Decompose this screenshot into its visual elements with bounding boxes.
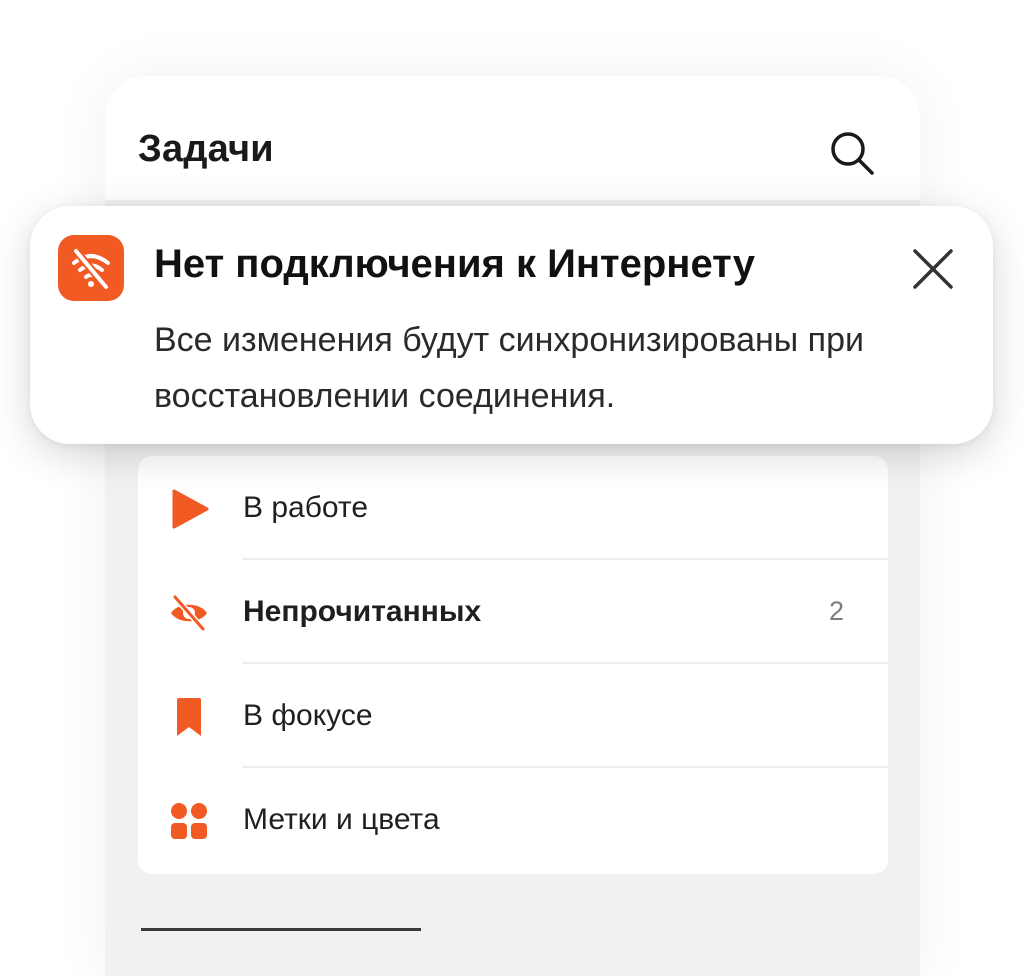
list-item-in-progress[interactable]: В работе	[138, 456, 888, 560]
lists-card: В работе Непрочитанных 2 В фокусе Метки …	[138, 456, 888, 874]
page-title: Задачи	[138, 128, 274, 170]
offline-notification: Нет подключения к Интернету Все изменени…	[30, 206, 993, 444]
list-item-label: В фокусе	[243, 699, 373, 732]
section-header-peek	[141, 928, 421, 945]
play-icon	[172, 489, 209, 529]
list-item-unread[interactable]: Непрочитанных 2	[138, 560, 888, 664]
unread-count-badge: 2	[828, 596, 844, 626]
notification-title: Нет подключения к Интернету	[154, 242, 756, 286]
close-icon	[913, 249, 953, 289]
list-item-tags[interactable]: Метки и цвета	[138, 768, 888, 872]
list-item-label: Метки и цвета	[243, 803, 440, 836]
list-item-label: В работе	[243, 491, 369, 524]
search-icon	[831, 132, 874, 175]
tags-grid-icon	[171, 803, 207, 839]
list-item-label: Непрочитанных	[243, 595, 482, 628]
list-item-focus[interactable]: В фокусе	[138, 664, 888, 768]
notification-message: Все изменения будут синхронизированы при…	[154, 321, 864, 415]
eye-off-icon	[171, 594, 207, 632]
close-button[interactable]	[910, 246, 956, 292]
search-button[interactable]	[827, 128, 877, 178]
wifi-off-icon	[58, 235, 124, 301]
bookmark-icon	[177, 698, 201, 736]
app-header: Задачи	[105, 76, 920, 200]
